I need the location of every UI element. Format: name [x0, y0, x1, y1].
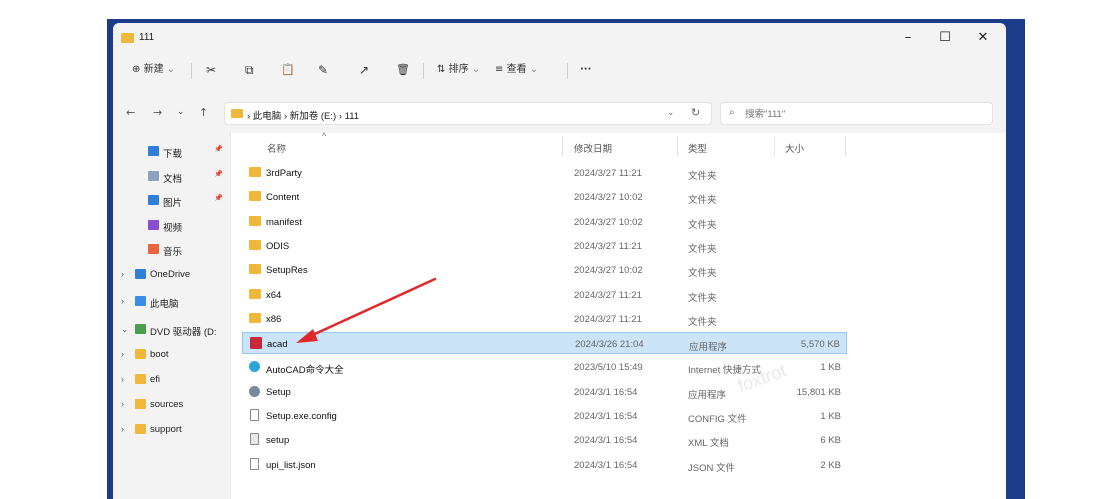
annotation-arrow [296, 277, 437, 343]
annotation-arrow-head [296, 329, 318, 343]
screenshot-stage: 111 – ☐ ✕ ⊕ 新建 ⌄ ✂ ⧉ 📋 ✎ ↗ 🗑 ⇅ 排序 ⌄ ≡ 查看… [0, 0, 1103, 499]
annotation-arrow-shaft [304, 277, 437, 340]
